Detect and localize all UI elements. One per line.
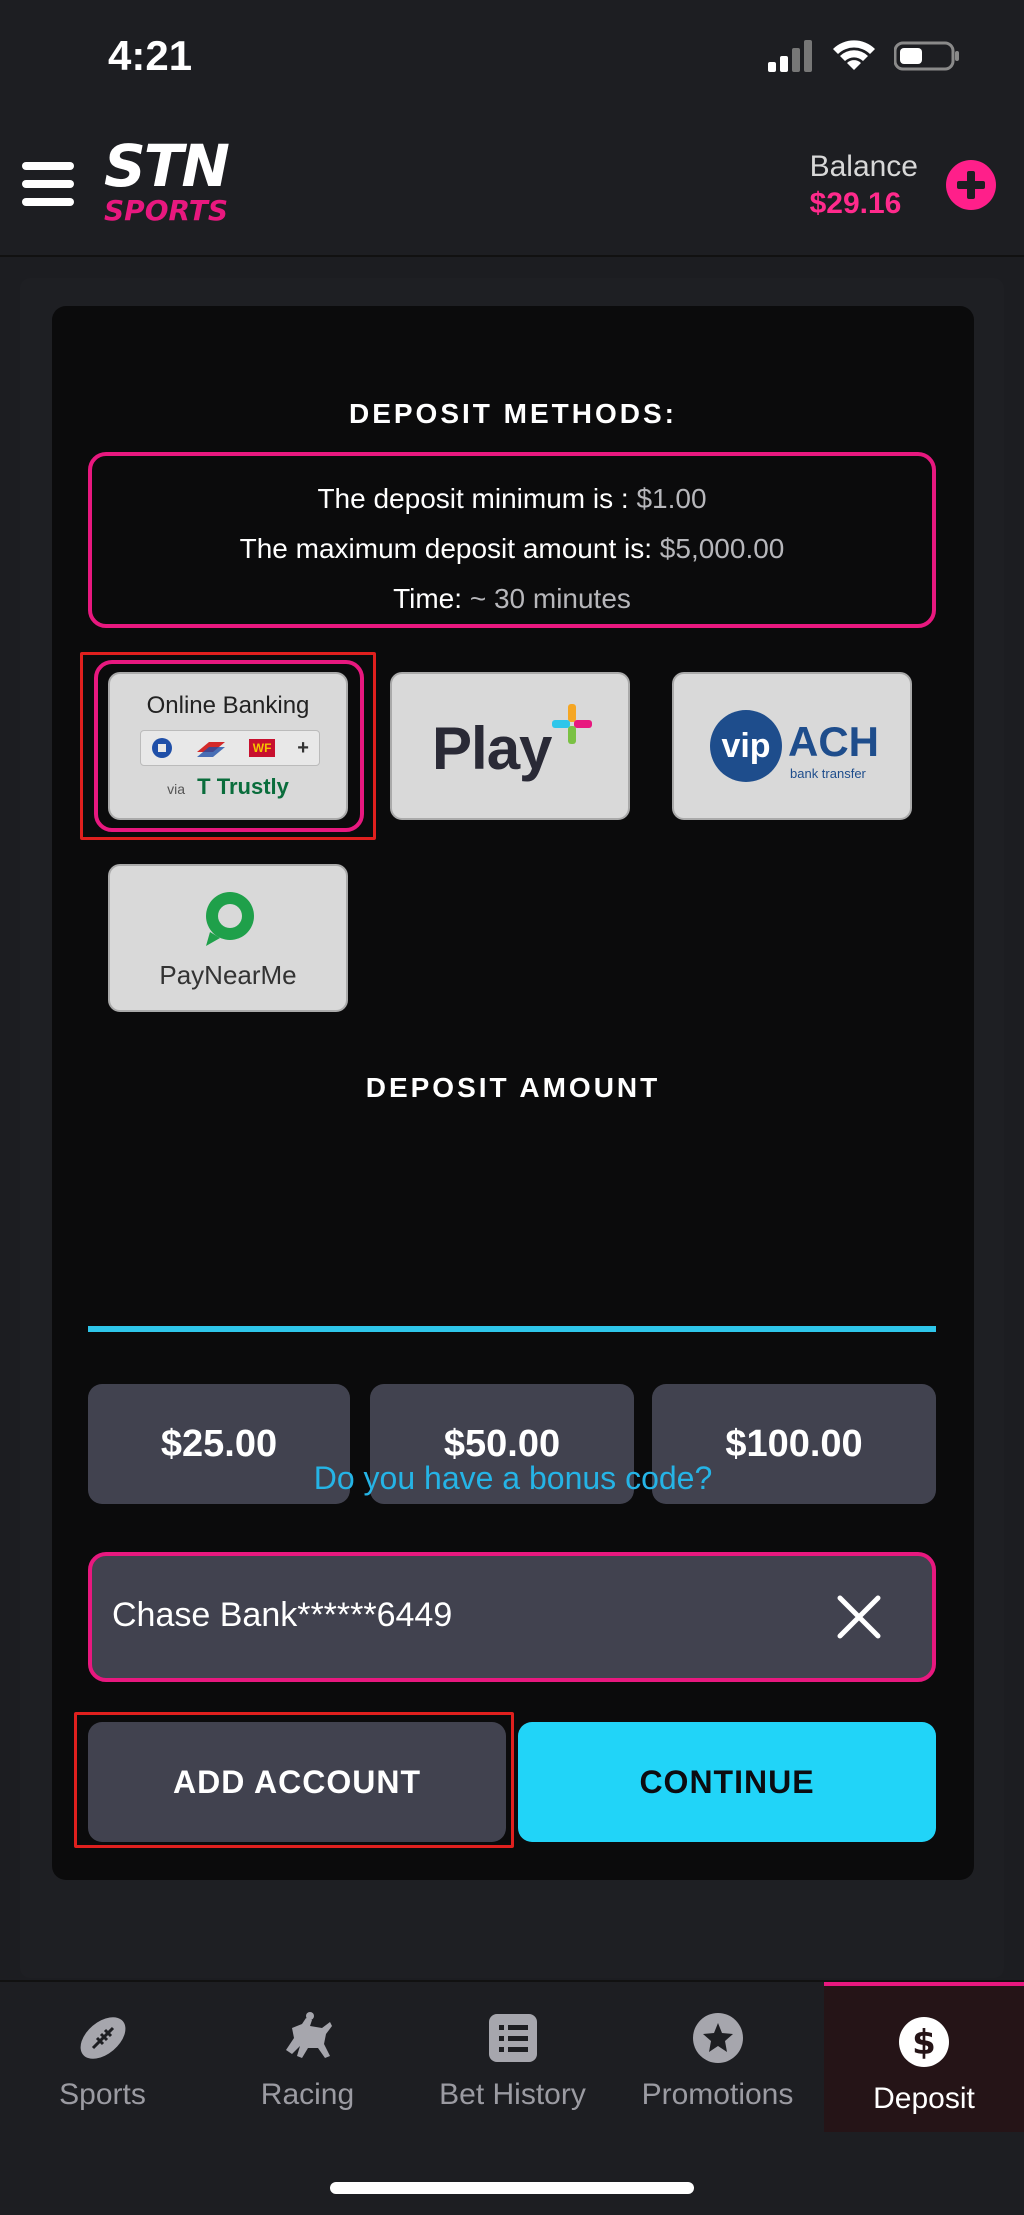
deposit-time-label: Time: xyxy=(393,583,463,614)
play-logo: Play xyxy=(432,714,552,783)
ach-caption: bank transfer xyxy=(790,766,866,781)
online-banking-title: Online Banking xyxy=(146,692,310,719)
play-plus-icon xyxy=(552,704,592,744)
logo-top-text: STN xyxy=(104,132,230,200)
stn-sports-logo[interactable]: STN SPORTS xyxy=(104,136,234,236)
bonus-code-link[interactable]: Do you have a bonus code? xyxy=(52,1460,974,1497)
nav-item-deposit[interactable]: $ Deposit xyxy=(824,1982,1024,2132)
nav-label-bet-history: Bet History xyxy=(439,2078,586,2111)
paynearme-logo-icon xyxy=(206,892,254,946)
method-play-plus[interactable]: Play xyxy=(390,672,630,820)
nav-item-sports[interactable]: Sports xyxy=(0,1982,205,2132)
svg-text:$: $ xyxy=(912,2023,936,2063)
nav-label-racing: Racing xyxy=(260,2078,355,2111)
logo-bottom-text: SPORTS xyxy=(104,194,229,227)
nav-label-deposit: Deposit xyxy=(873,2082,975,2115)
trustly-brand: via T Trustly xyxy=(110,774,346,800)
wells-fargo-logo-icon: WF xyxy=(248,739,276,757)
more-banks-plus-icon: + xyxy=(297,736,309,759)
horse-racing-icon xyxy=(285,2012,332,2058)
nav-label-promotions: Promotions xyxy=(641,2078,794,2111)
deposit-methods-heading: DEPOSIT METHODS: xyxy=(348,398,677,429)
balance-label: Balance xyxy=(809,150,918,183)
deposit-min-line: The deposit minimum is : $1.00 xyxy=(92,474,932,524)
football-icon xyxy=(80,2017,125,2059)
deposit-time-value: ~ 30 minutes xyxy=(469,583,631,614)
deposit-amount-heading: DEPOSIT AMOUNT xyxy=(365,1072,661,1103)
play-logo-text: Play xyxy=(432,715,552,782)
deposit-max-value: $5,000.00 xyxy=(659,533,785,564)
vip-logo-text: vip xyxy=(721,726,771,765)
vip-logo-icon: vip xyxy=(710,710,782,782)
nav-item-promotions[interactable]: Promotions xyxy=(615,1982,820,2132)
status-time: 4:21 xyxy=(108,32,193,79)
trustly-text: Trustly xyxy=(216,774,289,799)
deposit-min-label: The deposit minimum is : xyxy=(317,483,629,514)
battery-icon xyxy=(894,41,959,71)
bottom-nav: Sports Racing Bet History Promotions $ D… xyxy=(0,1980,1024,2215)
hamburger-menu-icon[interactable] xyxy=(22,162,74,206)
wifi-icon xyxy=(833,40,875,70)
close-icon[interactable] xyxy=(836,1594,882,1640)
dollar-icon: $ xyxy=(899,2017,949,2067)
list-icon xyxy=(488,2014,537,2062)
trustly-logo-icon: T xyxy=(197,774,211,799)
status-icons xyxy=(768,40,960,72)
nav-item-racing[interactable]: Racing xyxy=(205,1982,410,2132)
deposit-max-label: The maximum deposit amount is: xyxy=(239,533,653,564)
continue-button[interactable]: CONTINUE xyxy=(518,1722,936,1842)
bank-logos-row: WF + xyxy=(140,730,320,766)
status-bar: 4:21 xyxy=(0,0,1024,112)
paynearme-text: PayNearMe xyxy=(159,960,297,990)
cellular-signal-icon xyxy=(768,40,812,72)
method-vip-ach[interactable]: vip ACH bank transfer xyxy=(672,672,912,820)
deposit-max-line: The maximum deposit amount is: $5,000.00 xyxy=(92,524,932,574)
deposit-time-line: Time: ~ 30 minutes xyxy=(92,574,932,624)
deposit-card: DEPOSIT METHODS: The deposit minimum is … xyxy=(52,306,974,1880)
method-online-banking[interactable]: Online Banking WF + via T Trustly xyxy=(108,672,348,820)
nav-label-sports: Sports xyxy=(59,2078,146,2111)
nav-item-bet-history[interactable]: Bet History xyxy=(410,1982,615,2132)
balance-value: $29.16 xyxy=(809,187,902,220)
ach-logo-text: ACH xyxy=(788,718,879,765)
add-account-button[interactable]: ADD ACCOUNT xyxy=(88,1722,506,1842)
via-text: via xyxy=(167,781,186,797)
method-paynearme[interactable]: PayNearMe xyxy=(108,864,348,1012)
bank-account-select[interactable]: Chase Bank******6449 xyxy=(88,1552,936,1682)
bank-of-america-logo-icon xyxy=(196,742,225,757)
chase-logo-icon xyxy=(152,738,172,758)
deposit-info-box: The deposit minimum is : $1.00 The maxim… xyxy=(88,452,936,628)
deposit-amount-input[interactable] xyxy=(88,1326,936,1332)
star-icon xyxy=(692,2013,743,2063)
app-header: STN SPORTS Balance $29.16 xyxy=(0,112,1024,257)
selected-account-text: Chase Bank******6449 xyxy=(112,1596,453,1634)
deposit-min-value: $1.00 xyxy=(636,483,707,514)
balance: Balance $29.16 xyxy=(810,148,918,222)
add-funds-plus-icon[interactable] xyxy=(946,160,996,210)
home-indicator[interactable] xyxy=(330,2182,694,2194)
